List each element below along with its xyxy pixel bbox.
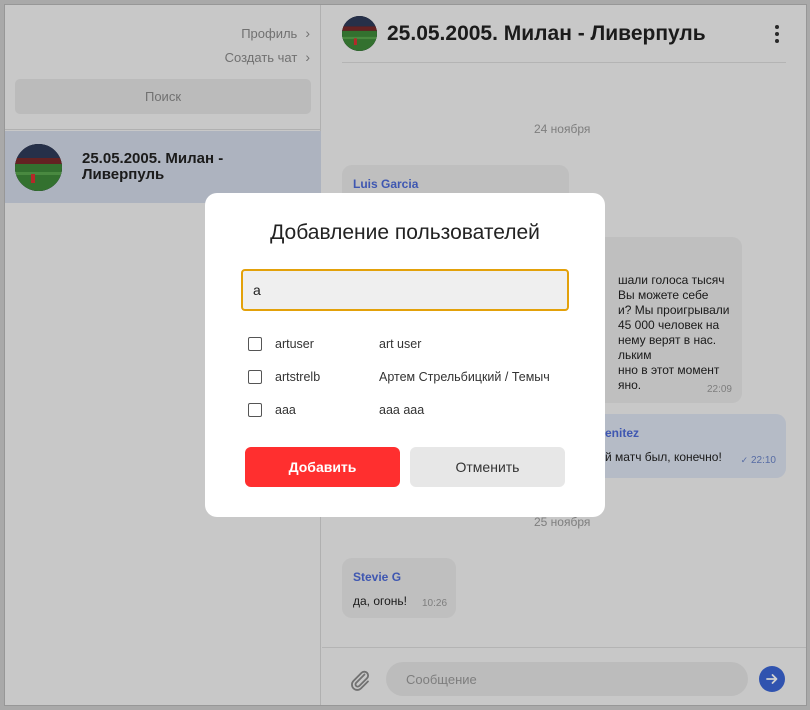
user-full-name: Артем Стрельбицкий / Темыч — [379, 370, 550, 384]
add-button[interactable]: Добавить — [245, 447, 400, 487]
user-full-name: aaa aaa — [379, 403, 425, 417]
user-full-name: art user — [379, 337, 422, 351]
add-users-dialog: Добавление пользователей artuser art use… — [205, 193, 605, 517]
user-row[interactable]: artuser art user — [248, 334, 578, 354]
user-checkbox[interactable] — [248, 403, 262, 417]
user-checkbox[interactable] — [248, 370, 262, 384]
cancel-button[interactable]: Отменить — [410, 447, 565, 487]
dialog-title: Добавление пользователей — [270, 221, 540, 244]
user-login: artstrelb — [275, 370, 321, 384]
user-checkbox[interactable] — [248, 337, 262, 351]
user-row[interactable]: aaa aaa aaa — [248, 400, 578, 420]
user-row[interactable]: artstrelb Артем Стрельбицкий / Темыч — [248, 367, 578, 387]
user-search-input[interactable] — [241, 269, 569, 311]
user-login: aaa — [275, 403, 296, 417]
user-login: artuser — [275, 337, 314, 351]
